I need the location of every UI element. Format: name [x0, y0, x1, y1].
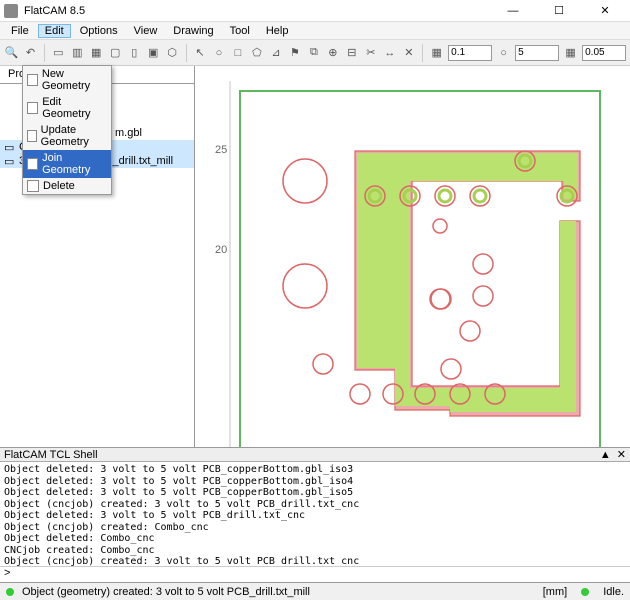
side-panel: Project ool New Geometry Edit Geometry U…	[0, 66, 195, 447]
doc-icon	[27, 180, 39, 192]
menu-edit-geometry[interactable]: Edit Geometry	[23, 94, 111, 122]
pcb-plot: 0 5 10 15 20 25 25 20	[195, 66, 630, 447]
separator	[186, 44, 187, 62]
label: Join Geometry	[42, 152, 107, 176]
label: Update Geometry	[41, 124, 107, 148]
label: New Geometry	[42, 68, 107, 92]
geometry-icon: ▭	[4, 141, 16, 153]
shell-output[interactable]: Object deleted: 3 volt to 5 volt PCB_cop…	[0, 462, 630, 566]
doc-icon	[27, 102, 38, 114]
separator	[422, 44, 423, 62]
plot-canvas[interactable]: 0 5 10 15 20 25 25 20	[195, 66, 630, 447]
window-buttons: — ☐ ✕	[496, 1, 622, 21]
circle2-icon[interactable]: ○	[496, 44, 511, 62]
title-bar: FlatCAM 8.5 — ☐ ✕	[0, 0, 630, 22]
svg-text:25: 25	[215, 144, 227, 156]
shell-close-icon[interactable]: ✕	[617, 448, 626, 461]
label: Edit Geometry	[42, 96, 107, 120]
menu-edit[interactable]: Edit	[38, 24, 71, 38]
circle-icon[interactable]: ○	[212, 44, 227, 62]
path-icon[interactable]: ⬠	[249, 44, 264, 62]
square-icon[interactable]: □	[230, 44, 245, 62]
move-icon[interactable]: ↔	[382, 44, 397, 62]
main-area: Project ool New Geometry Edit Geometry U…	[0, 66, 630, 447]
menu-new-geometry[interactable]: New Geometry	[23, 66, 111, 94]
menu-options[interactable]: Options	[73, 24, 125, 38]
fill-icon[interactable]: ▣	[146, 44, 161, 62]
separator	[44, 44, 45, 62]
menu-join-geometry[interactable]: Join Geometry	[23, 150, 111, 178]
label: m.gbl	[115, 127, 142, 139]
svg-text:20: 20	[215, 244, 227, 256]
pointer-icon[interactable]: ↖	[193, 44, 208, 62]
label: Delete	[43, 180, 75, 192]
menu-tool[interactable]: Tool	[223, 24, 257, 38]
grid-y-input[interactable]	[515, 45, 559, 61]
menu-file[interactable]: File	[4, 24, 36, 38]
flag-icon[interactable]: ⚑	[287, 44, 302, 62]
snap-icon[interactable]: ▦	[429, 44, 444, 62]
symbol-icon[interactable]: ⬡	[165, 44, 180, 62]
edit-dropdown: New Geometry Edit Geometry Update Geomet…	[22, 65, 112, 195]
rect-icon[interactable]: ▢	[108, 44, 123, 62]
cut-icon[interactable]: ✂	[363, 44, 378, 62]
tol-input[interactable]	[582, 45, 626, 61]
menu-view[interactable]: View	[127, 24, 165, 38]
geometry-icon: ▭	[4, 155, 16, 167]
idle-dot-icon	[581, 588, 589, 596]
union-icon[interactable]: ⊕	[325, 44, 340, 62]
tcl-shell: FlatCAM TCL Shell ▲ ✕ Object deleted: 3 …	[0, 447, 630, 582]
copy-icon[interactable]: ⧉	[306, 44, 321, 62]
page-icon[interactable]: ▯	[127, 44, 142, 62]
shell-prompt[interactable]: >	[0, 566, 630, 582]
window-title: FlatCAM 8.5	[24, 5, 496, 17]
grid-x-input[interactable]	[448, 45, 492, 61]
menu-delete[interactable]: Delete	[23, 178, 111, 194]
zoom-icon[interactable]: 🔍	[4, 44, 19, 62]
doc-icon[interactable]: ▥	[70, 44, 85, 62]
minimize-button[interactable]: —	[496, 1, 530, 21]
menu-bar: File Edit Options View Drawing Tool Help	[0, 22, 630, 40]
delete-icon[interactable]: ✕	[401, 44, 416, 62]
undo-icon[interactable]: ↶	[23, 44, 38, 62]
status-units: [mm]	[543, 586, 567, 598]
doc-icon	[27, 130, 37, 142]
menu-help[interactable]: Help	[259, 24, 296, 38]
menu-drawing[interactable]: Drawing	[166, 24, 220, 38]
status-bar: Object (geometry) created: 3 volt to 5 v…	[0, 582, 630, 600]
doc-icon	[27, 74, 38, 86]
line-icon[interactable]: ⊿	[268, 44, 283, 62]
snap2-icon[interactable]: ▦	[563, 44, 578, 62]
subtract-icon[interactable]: ⊟	[344, 44, 359, 62]
maximize-button[interactable]: ☐	[542, 1, 576, 21]
file-icon[interactable]: ▭	[51, 44, 66, 62]
close-button[interactable]: ✕	[588, 1, 622, 21]
menu-update-geometry[interactable]: Update Geometry	[23, 122, 111, 150]
shell-header: FlatCAM TCL Shell ▲ ✕	[0, 448, 630, 462]
grid-icon[interactable]: ▦	[89, 44, 104, 62]
status-dot-icon	[6, 588, 14, 596]
app-icon	[4, 4, 18, 18]
status-message: Object (geometry) created: 3 volt to 5 v…	[22, 586, 310, 598]
shell-up-icon[interactable]: ▲	[600, 449, 611, 461]
status-idle: Idle.	[603, 586, 624, 598]
toolbar: 🔍 ↶ ▭ ▥ ▦ ▢ ▯ ▣ ⬡ ↖ ○ □ ⬠ ⊿ ⚑ ⧉ ⊕ ⊟ ✂ ↔ …	[0, 40, 630, 66]
doc-icon	[27, 158, 38, 170]
shell-title: FlatCAM TCL Shell	[4, 449, 600, 461]
